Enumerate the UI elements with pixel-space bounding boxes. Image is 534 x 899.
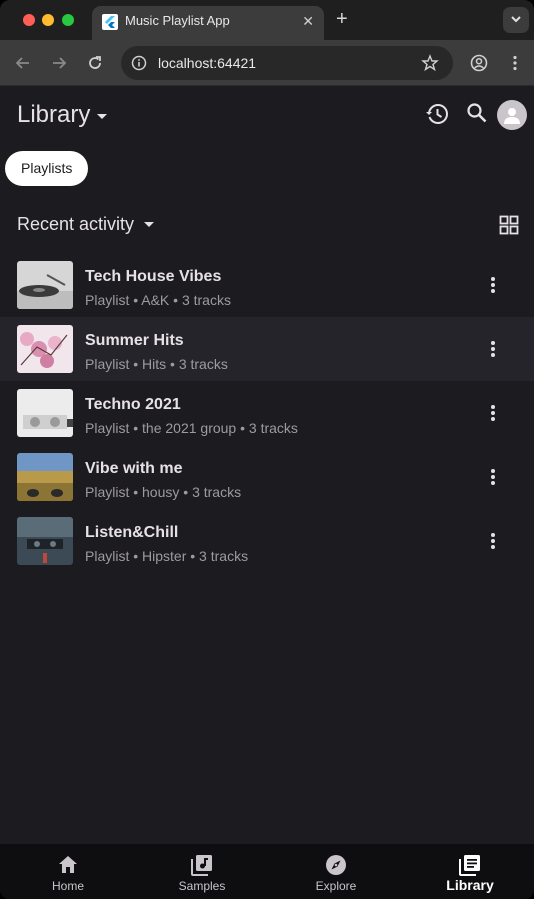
chevron-down-icon[interactable] xyxy=(143,221,155,228)
playlist-thumbnail xyxy=(17,325,73,373)
minimize-window-button[interactable] xyxy=(42,14,54,26)
page-title[interactable]: Library xyxy=(17,101,90,129)
tab-bar: Music Playlist App ✕ + xyxy=(0,0,534,40)
tab-title: Music Playlist App xyxy=(125,13,230,28)
nav-item-explore[interactable]: Explore xyxy=(269,844,403,899)
forward-icon[interactable] xyxy=(49,53,69,73)
more-options-icon[interactable] xyxy=(483,531,503,551)
nav-item-library[interactable]: Library xyxy=(403,844,534,899)
nav-label: Home xyxy=(51,879,84,893)
compass-icon xyxy=(326,855,346,875)
bookmark-star-icon[interactable] xyxy=(421,54,439,72)
nav-label: Library xyxy=(446,877,494,893)
reload-icon[interactable] xyxy=(85,53,105,73)
playlist-thumbnail xyxy=(17,261,73,309)
close-icon[interactable]: ✕ xyxy=(302,13,314,29)
playlist-title: Tech House Vibes xyxy=(85,268,222,285)
more-options-icon[interactable] xyxy=(483,467,503,487)
nav-label: Samples xyxy=(178,879,226,893)
close-window-button[interactable] xyxy=(23,14,35,26)
tab-search-icon[interactable] xyxy=(503,7,529,33)
playlist-thumbnail xyxy=(17,389,73,437)
home-icon xyxy=(59,856,77,873)
app-content: Library Playlists Recent activity Tech H… xyxy=(0,87,534,899)
nav-item-home[interactable]: Home xyxy=(1,844,135,899)
playlist-title: Techno 2021 xyxy=(85,396,181,413)
list-item[interactable]: Techno 2021 Playlist • the 2021 group • … xyxy=(0,381,534,445)
list-item[interactable]: Tech House Vibes Playlist • A&K • 3 trac… xyxy=(0,253,534,317)
browser-tab[interactable]: Music Playlist App ✕ xyxy=(92,6,324,40)
playlist-thumbnail xyxy=(17,517,73,565)
section-title[interactable]: Recent activity xyxy=(17,214,134,235)
more-options-icon[interactable] xyxy=(483,275,503,295)
nav-item-samples[interactable]: Samples xyxy=(135,844,269,899)
playlist-subtitle: Playlist • housy • 3 tracks xyxy=(85,484,242,500)
search-icon[interactable] xyxy=(466,102,488,124)
list-item[interactable]: Listen&Chill Playlist • Hipster • 3 trac… xyxy=(0,509,534,573)
browser-toolbar: localhost:64421 xyxy=(0,40,534,86)
playlist-thumbnail xyxy=(17,453,73,501)
account-icon[interactable] xyxy=(497,100,527,130)
playlist-title: Vibe with me xyxy=(85,460,183,477)
menu-kebab-icon[interactable] xyxy=(505,53,525,73)
url-text[interactable]: localhost:64421 xyxy=(158,55,256,71)
back-icon[interactable] xyxy=(13,53,33,73)
more-options-icon[interactable] xyxy=(483,339,503,359)
more-options-icon[interactable] xyxy=(483,403,503,423)
playlist-subtitle: Playlist • A&K • 3 tracks xyxy=(85,292,231,308)
music-library-icon xyxy=(191,855,212,876)
grid-view-icon[interactable] xyxy=(499,215,519,235)
list-item[interactable]: Vibe with me Playlist • housy • 3 tracks xyxy=(0,445,534,509)
browser-window: Music Playlist App ✕ + localhost:64421 L… xyxy=(0,0,534,899)
playlist-subtitle: Playlist • Hipster • 3 tracks xyxy=(85,548,249,564)
info-icon[interactable] xyxy=(130,54,148,72)
maximize-window-button[interactable] xyxy=(62,14,74,26)
playlist-title: Listen&Chill xyxy=(85,524,179,541)
history-icon[interactable] xyxy=(425,102,449,126)
flutter-favicon-icon xyxy=(102,14,118,30)
new-tab-icon[interactable]: + xyxy=(336,8,348,30)
nav-label: Explore xyxy=(315,879,357,893)
playlist-title: Summer Hits xyxy=(85,332,184,349)
bottom-navigation: Home Samples Explore Library xyxy=(0,844,534,899)
playlist-list: Tech House Vibes Playlist • A&K • 3 trac… xyxy=(0,253,534,573)
playlist-subtitle: Playlist • the 2021 group • 3 tracks xyxy=(85,420,298,436)
profile-icon[interactable] xyxy=(469,53,489,73)
list-item[interactable]: Summer Hits Playlist • Hits • 3 tracks xyxy=(0,317,534,381)
address-bar[interactable]: localhost:64421 xyxy=(121,46,453,80)
playlist-subtitle: Playlist • Hits • 3 tracks xyxy=(85,356,228,372)
chevron-down-icon[interactable] xyxy=(96,113,108,120)
filter-chip-playlists[interactable]: Playlists xyxy=(5,151,89,186)
library-icon xyxy=(459,855,480,876)
